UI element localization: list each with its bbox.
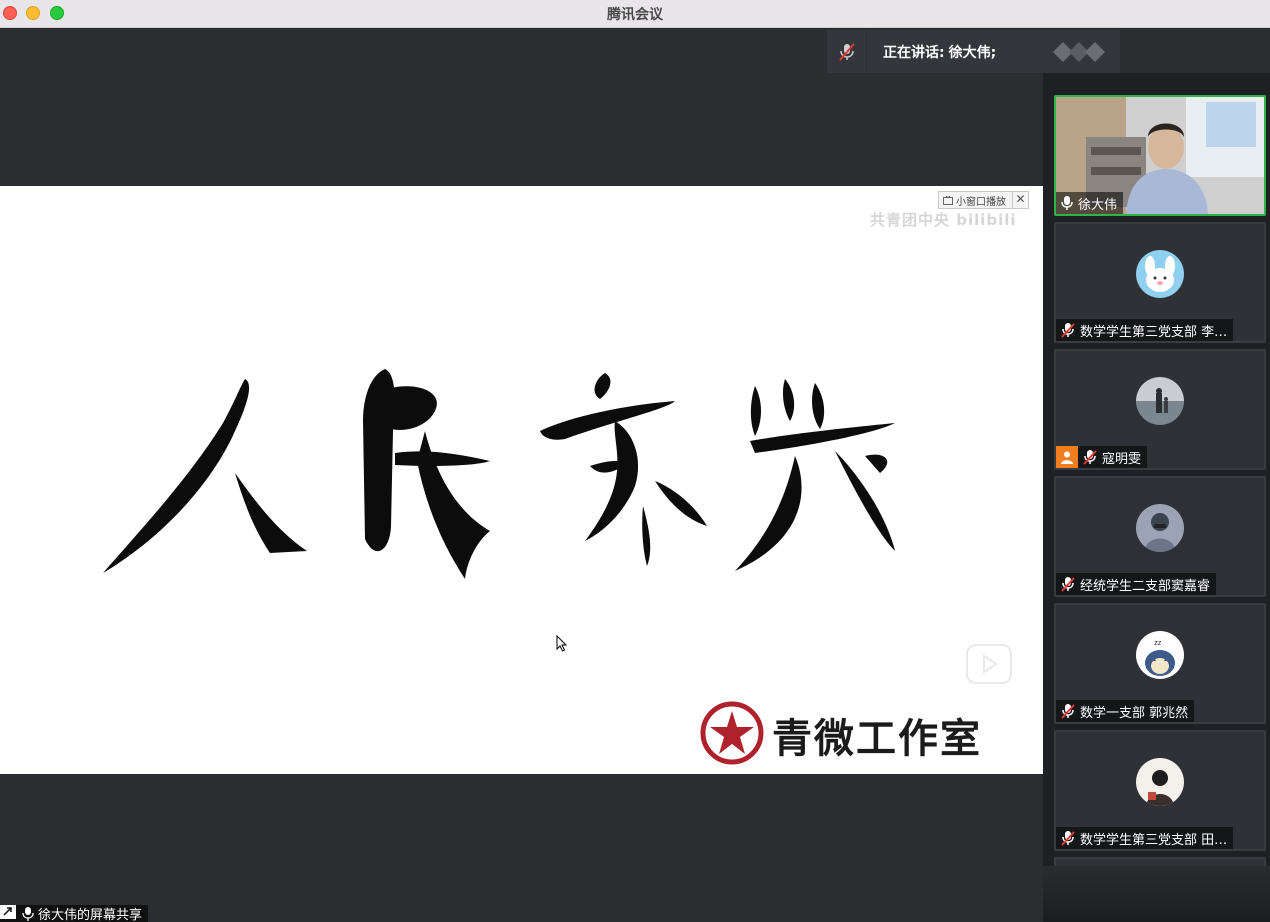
tencent-meeting-logo-icon <box>1053 42 1105 62</box>
participant-tile[interactable]: 经统学生二支部窦嘉睿 <box>1054 476 1266 597</box>
expand-icon[interactable] <box>0 904 16 922</box>
meeting-window: 腾讯会议 小窗口播放 ✕ 共青团中央 bilibili 青微工作室 正在讲话: … <box>0 0 1270 922</box>
mic-muted-icon <box>838 42 855 61</box>
participant-name: 寇明雯 <box>1102 451 1142 467</box>
speaking-name: 徐大伟; <box>948 44 997 61</box>
speaking-label: 正在讲话: <box>883 44 945 61</box>
mute-status[interactable] <box>827 30 867 73</box>
participant-name: 徐大伟 <box>1078 197 1118 213</box>
participant-name: 数学学生第三党支部 田… <box>1080 832 1228 848</box>
svg-text:zz: zz <box>1154 639 1162 647</box>
window-title: 腾讯会议 <box>607 7 663 23</box>
participant-caption: 数学学生第三党支部 李… <box>1056 319 1234 341</box>
pip-button[interactable]: 小窗口播放 <box>939 193 1012 208</box>
avatar <box>1136 377 1184 425</box>
participant-sidebar: 徐大伟 数学学生第三党支部 李… 寇明雯 经统学生二支部窦嘉睿 zz 数学一支部… <box>1043 73 1270 922</box>
speaking-indicator: 正在讲话: 徐大伟; <box>827 30 1120 73</box>
video-play-icon[interactable] <box>966 644 1012 684</box>
user-icon <box>1056 446 1078 468</box>
participant-tile[interactable]: zz 数学一支部 郭兆然 <box>1054 603 1266 724</box>
pip-close-button[interactable]: ✕ <box>1012 192 1028 208</box>
avatar <box>1136 758 1184 806</box>
participant-name: 数学一支部 郭兆然 <box>1080 705 1189 721</box>
studio-name: 青微工作室 <box>772 715 982 762</box>
participant-name: 经统学生二支部窦嘉睿 <box>1080 578 1211 594</box>
participant-tile[interactable]: 数学学生第三党支部 田… <box>1054 730 1266 851</box>
avatar <box>1136 504 1184 552</box>
mouse-cursor-icon <box>556 635 568 652</box>
sidebar-scroll-fade <box>1043 866 1270 922</box>
participant-caption: 数学学生第三党支部 田… <box>1056 827 1234 849</box>
participant-caption: 徐大伟 <box>1056 192 1124 214</box>
screen-share-owner: 徐大伟的屏幕共享 <box>38 908 143 922</box>
shared-screen[interactable]: 小窗口播放 ✕ 共青团中央 bilibili 青微工作室 <box>0 186 1043 774</box>
mic-icon <box>22 906 34 921</box>
participant-caption: 经统学生二支部窦嘉睿 <box>1056 573 1217 595</box>
pip-label: 小窗口播放 <box>956 196 1006 208</box>
main-stage: 小窗口播放 ✕ 共青团中央 bilibili 青微工作室 <box>0 29 1043 922</box>
mic-muted-icon <box>1060 703 1076 719</box>
pip-control: 小窗口播放 ✕ <box>938 191 1029 209</box>
avatar: zz <box>1136 631 1184 679</box>
participant-tile[interactable]: 寇明雯 <box>1054 349 1266 470</box>
participant-tile[interactable]: 数学学生第三党支部 李… <box>1054 222 1266 343</box>
participant-tile[interactable]: 徐大伟 <box>1054 95 1266 216</box>
participant-caption: 数学一支部 郭兆然 <box>1056 700 1195 722</box>
studio-logo-icon <box>700 701 764 765</box>
mic-muted-icon <box>1082 449 1098 465</box>
tv-icon <box>943 195 953 205</box>
mic-icon <box>1060 195 1074 211</box>
mic-muted-icon <box>1060 322 1076 338</box>
calligraphy-artwork <box>103 369 895 579</box>
video-watermark: 共青团中央 bilibili <box>870 211 1017 229</box>
participant-caption: 寇明雯 <box>1056 446 1148 468</box>
title-bar: 腾讯会议 <box>0 0 1270 28</box>
participant-name: 数学学生第三党支部 李… <box>1080 324 1228 340</box>
mic-muted-icon <box>1060 830 1076 846</box>
mic-muted-icon <box>1060 576 1076 592</box>
screen-share-label: 徐大伟的屏幕共享 <box>0 904 149 922</box>
avatar <box>1136 250 1184 298</box>
